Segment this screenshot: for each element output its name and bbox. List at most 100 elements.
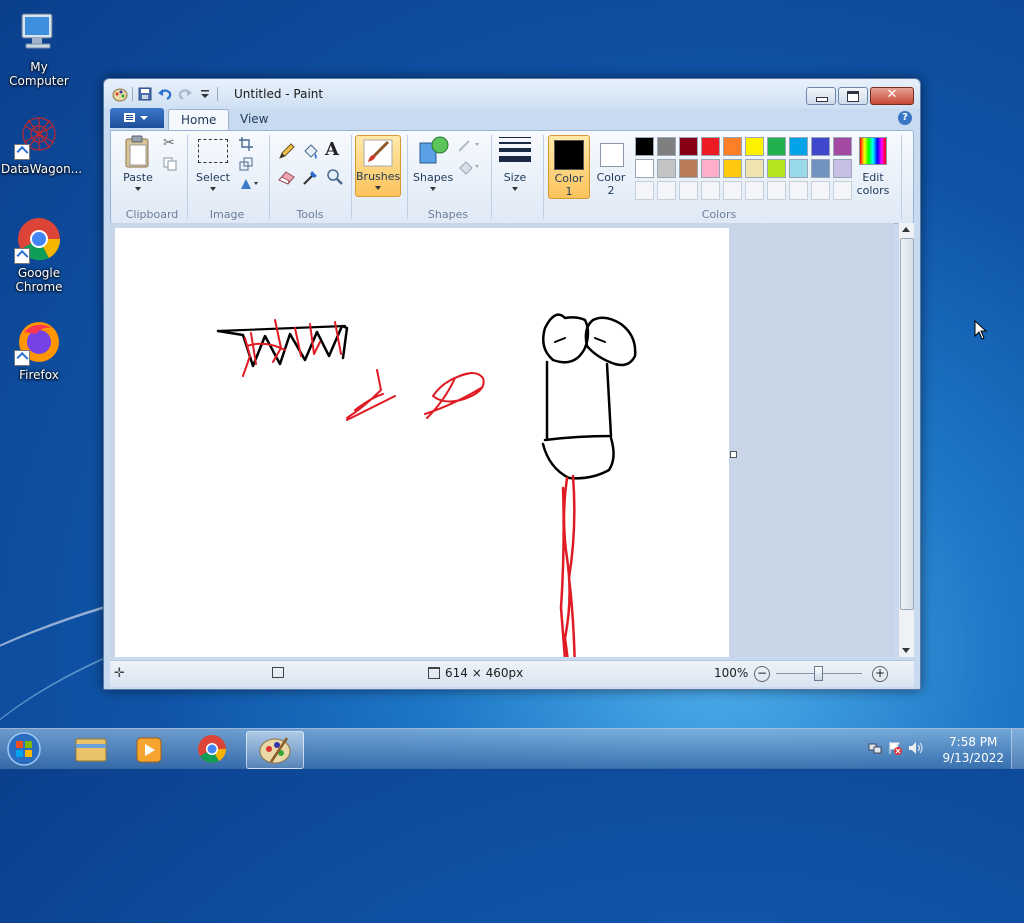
eraser-icon[interactable] [277,167,297,187]
tab-home[interactable]: Home [168,109,230,130]
copy-icon[interactable] [163,157,177,171]
taskbar-media-player[interactable] [122,731,178,767]
drawing-canvas[interactable] [115,228,729,657]
quick-access-toolbar [112,86,218,102]
palette-swatch-empty[interactable] [745,181,764,200]
text-icon[interactable]: A [325,139,345,160]
palette-swatch[interactable] [833,137,852,156]
palette-swatch-empty[interactable] [789,181,808,200]
volume-icon[interactable] [908,741,924,755]
crop-icon[interactable] [239,137,253,151]
paint-menu-button[interactable] [110,108,164,128]
chrome-icon [14,216,62,264]
cut-icon[interactable]: ✂ [163,135,179,151]
palette-swatch-empty[interactable] [635,181,654,200]
taskbar-paint[interactable] [246,731,304,769]
palette-swatch[interactable] [679,159,698,178]
shapes-dropdown-icon [430,187,436,191]
palette-swatch-empty[interactable] [701,181,720,200]
close-button[interactable]: ✕ [870,87,914,105]
fill-shape-icon[interactable] [457,159,481,175]
select-label: Select [196,171,230,184]
clock[interactable]: 7:58 PM 9/13/2022 [942,734,1004,766]
color2-button[interactable]: Color 2 [591,135,631,197]
palette-swatch-empty[interactable] [811,181,830,200]
chrome-icon [198,735,226,763]
magnifier-icon[interactable] [325,167,345,187]
scroll-down-icon[interactable] [902,648,910,653]
palette-swatch[interactable] [745,159,764,178]
edit-colors-button[interactable]: Edit colors [853,135,893,197]
palette-swatch[interactable] [833,159,852,178]
minimize-button[interactable] [806,87,836,105]
palette-swatch-empty[interactable] [657,181,676,200]
palette-swatch-empty[interactable] [767,181,786,200]
resize-icon[interactable] [239,157,253,171]
rotate-icon[interactable] [239,177,259,191]
vertical-scrollbar[interactable] [898,223,914,657]
zoom-in-button[interactable]: + [872,666,888,682]
action-center-icon[interactable] [888,741,902,755]
start-button[interactable] [4,731,48,767]
undo-icon[interactable] [157,86,173,102]
fill-icon[interactable] [301,141,321,161]
palette-swatch[interactable] [789,159,808,178]
taskbar-windows-explorer[interactable] [62,731,118,767]
scroll-up-icon[interactable] [902,227,910,232]
selection-size-icon [272,667,284,678]
shapes-button[interactable]: Shapes [413,135,453,195]
palette-swatch[interactable] [767,159,786,178]
palette-swatch-empty[interactable] [833,181,852,200]
scrollbar-thumb[interactable] [900,238,914,610]
help-icon[interactable]: ? [898,111,912,125]
maximize-button[interactable] [838,87,868,105]
select-rectangle-icon [198,139,228,163]
palette-swatch[interactable] [811,137,830,156]
title-bar[interactable]: Untitled - Paint ✕ [104,79,920,109]
palette-swatch[interactable] [701,159,720,178]
palette-swatch[interactable] [789,137,808,156]
palette-swatch-empty[interactable] [723,181,742,200]
palette-swatch-empty[interactable] [679,181,698,200]
customize-qat-chevron-icon[interactable] [197,86,213,102]
palette-swatch[interactable] [811,159,830,178]
desktop-icon-my-computer[interactable]: My Computer [1,10,77,88]
palette-swatch[interactable] [635,137,654,156]
desktop-icon-google-chrome[interactable]: Google Chrome [1,216,77,294]
save-icon[interactable] [137,86,153,102]
palette-swatch[interactable] [723,159,742,178]
paint-window[interactable]: Untitled - Paint ✕ Home View ? Paste ✂ C… [103,78,921,690]
paste-button[interactable]: Paste [119,135,157,195]
palette-swatch[interactable] [657,159,676,178]
desktop-icon-datawagon[interactable]: DataWagon... [1,112,82,176]
status-bar: ✛ 614 × 460px 100% − + [110,660,914,687]
color2-label-line2: 2 [607,184,615,197]
clock-date: 9/13/2022 [942,751,1004,765]
paint-app-icon[interactable] [112,86,128,102]
palette-swatch[interactable] [745,137,764,156]
color1-button[interactable]: Color 1 [548,135,590,199]
zoom-slider-thumb[interactable] [814,666,823,681]
size-button[interactable]: Size [495,135,535,195]
palette-swatch[interactable] [635,159,654,178]
zoom-out-button[interactable]: − [754,666,770,682]
canvas-workspace[interactable] [110,223,894,657]
canvas-resize-handle-right[interactable] [730,451,737,458]
desktop-icon-firefox[interactable]: Firefox [1,318,77,382]
select-button[interactable]: Select [193,135,233,195]
palette-swatch[interactable] [701,137,720,156]
network-icon[interactable] [868,741,882,755]
palette-swatch[interactable] [767,137,786,156]
outline-icon[interactable] [457,137,481,153]
brushes-label: Brushes [356,170,401,183]
palette-swatch[interactable] [723,137,742,156]
palette-swatch[interactable] [679,137,698,156]
palette-swatch[interactable] [657,137,676,156]
color-picker-icon[interactable] [301,167,321,187]
taskbar-chrome[interactable] [184,731,240,767]
redo-icon[interactable] [177,86,193,102]
tab-view[interactable]: View [228,109,280,129]
show-desktop-button[interactable] [1011,729,1024,769]
brushes-button[interactable]: Brushes [355,135,401,197]
pencil-icon[interactable] [277,141,297,161]
